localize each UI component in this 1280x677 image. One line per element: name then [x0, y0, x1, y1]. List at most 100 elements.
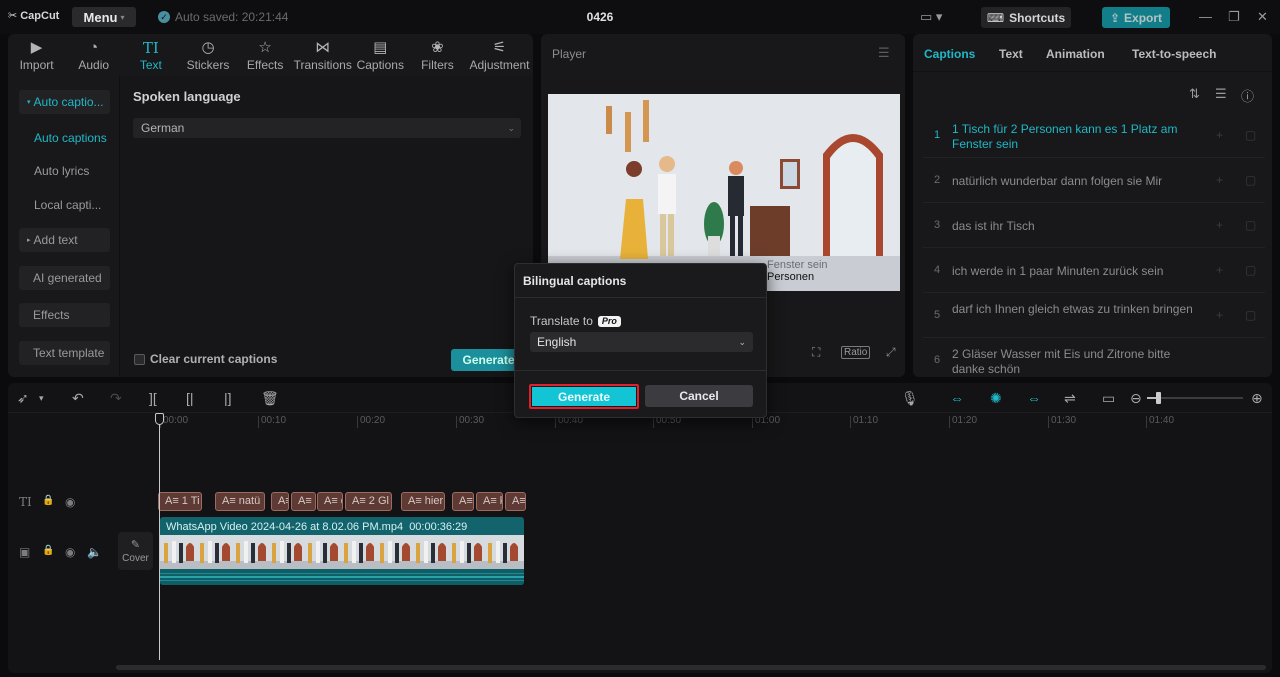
tab-import[interactable]: ▶ Import — [8, 34, 65, 76]
sidebar-group-add-text[interactable]: ▸ Add text — [19, 228, 110, 252]
tab-adjustment[interactable]: ⚟ Adjustment — [466, 34, 533, 76]
close-icon[interactable]: ✕ — [1257, 9, 1268, 25]
minimize-icon[interactable]: — — [1199, 9, 1212, 24]
undo-icon[interactable]: ↶ — [72, 390, 84, 407]
sidebar-item-auto-lyrics[interactable]: Auto lyrics — [34, 164, 89, 178]
video-clip[interactable]: WhatsApp Video 2024-04-26 at 8.02.06 PM.… — [160, 517, 524, 585]
delete-icon[interactable]: ▢ — [1245, 308, 1256, 322]
playhead[interactable] — [159, 413, 160, 660]
delete-icon[interactable]: ▢ — [1245, 263, 1256, 277]
text-clip[interactable]: A≡ — [271, 492, 289, 511]
text-clip[interactable]: A≡ hier — [401, 492, 445, 511]
split-left-icon[interactable]: [| — [186, 390, 194, 406]
speaker-icon[interactable]: 🔈 — [87, 545, 102, 559]
sidebar-item-auto-captions[interactable]: Auto captions — [34, 131, 107, 145]
lock-icon[interactable]: 🔒 — [42, 495, 54, 506]
title-bar: ✂ CapCut Menu ▾ ✓ Auto saved: 20:21:44 0426… — [0, 0, 1280, 34]
layout-icon[interactable]: ▭ ▾ — [920, 9, 942, 25]
add-icon[interactable]: + — [1216, 263, 1223, 277]
tab-captions-panel[interactable]: Captions — [924, 47, 975, 61]
tab-transitions[interactable]: ⋈ Transitions — [294, 34, 352, 76]
split-icon[interactable]: ][ — [149, 390, 157, 406]
delete-icon[interactable]: ▢ — [1245, 173, 1256, 187]
sort-icon[interactable]: ⇅ — [1189, 86, 1200, 102]
text-clip[interactable]: A≡ d — [317, 492, 343, 511]
caption-row[interactable]: 4 ich werde in 1 paar Minuten zurück sei… — [923, 249, 1265, 293]
eye-icon[interactable]: ◉ — [65, 495, 75, 509]
video-preview[interactable] — [548, 94, 900, 291]
sidebar-item-text-template[interactable]: Text template — [19, 341, 110, 365]
zoom-slider-handle[interactable] — [1156, 392, 1161, 404]
add-icon[interactable]: + — [1216, 218, 1223, 232]
sidebar-item-ai-generated[interactable]: AI generated — [19, 266, 110, 290]
zoom-slider[interactable] — [1147, 392, 1243, 404]
split-right-icon[interactable]: |] — [224, 390, 232, 406]
microphone-icon[interactable]: 🎙 — [901, 390, 919, 407]
caption-row[interactable]: 3 das ist ihr Tisch + ▢ — [923, 204, 1265, 248]
cover-button[interactable]: ✎ Cover — [118, 532, 153, 570]
tab-stickers[interactable]: ◷ Stickers — [179, 34, 236, 76]
tab-text[interactable]: TI Text — [122, 34, 179, 76]
dialog-generate-button[interactable]: Generate — [529, 384, 639, 409]
delete-icon[interactable]: ▢ — [1245, 128, 1256, 142]
menu-button[interactable]: Menu ▾ — [72, 7, 136, 27]
search-list-icon[interactable]: ☰ — [1215, 86, 1227, 102]
tab-text-panel[interactable]: Text — [999, 47, 1023, 61]
zoom-out-icon[interactable]: ⊖ — [1130, 390, 1142, 407]
text-clip[interactable]: A≡ — [505, 492, 526, 511]
horizontal-scrollbar[interactable] — [116, 665, 1266, 670]
preview-axis-icon[interactable]: ⇌ — [1064, 390, 1076, 407]
add-icon[interactable]: + — [1216, 128, 1223, 142]
select-tool-icon[interactable]: ➶ — [17, 390, 29, 407]
zoom-in-icon[interactable]: ⊕ — [1251, 390, 1263, 407]
add-icon[interactable]: + — [1216, 173, 1223, 187]
eye-icon[interactable]: ◉ — [65, 545, 75, 559]
export-button[interactable]: ⇪ Export — [1102, 7, 1170, 28]
tab-captions[interactable]: ▤ Captions — [352, 34, 409, 76]
magnet-icon[interactable]: ⇔ — [950, 390, 964, 406]
dialog-cancel-button[interactable]: Cancel — [645, 385, 753, 407]
screen-icon[interactable]: ▭ — [1102, 390, 1115, 407]
tab-filters[interactable]: ❀ Filters — [409, 34, 466, 76]
text-clip[interactable]: A≡ 1 Ti — [158, 492, 202, 511]
delete-icon[interactable]: ▢ — [1245, 218, 1256, 232]
translate-language-select[interactable]: English ⌄ — [530, 332, 753, 352]
caption-row[interactable]: 6 2 Gläser Wasser mit Eis und Zitrone bi… — [923, 339, 1265, 377]
caret-right-icon: ▸ — [27, 237, 31, 244]
ratio-button[interactable]: Ratio — [841, 346, 871, 359]
tab-effects[interactable]: ☆ Effects — [237, 34, 294, 76]
caption-row[interactable]: 2 natürlich wunderbar dann folgen sie Mi… — [923, 159, 1265, 203]
redo-icon[interactable]: ↷ — [110, 390, 122, 407]
checkbox-box — [134, 353, 145, 365]
add-icon[interactable]: + — [1216, 308, 1223, 322]
caption-row[interactable]: 5 darf ich Ihnen gleich etwas zu trinken… — [923, 294, 1265, 338]
tab-text-to-speech[interactable]: Text-to-speech — [1132, 47, 1216, 61]
maximize-icon[interactable]: ❐ — [1228, 9, 1240, 25]
clear-captions-checkbox[interactable]: Clear current captions — [134, 352, 277, 366]
fullscreen-zoom-icon[interactable]: ⛶ — [812, 345, 820, 360]
link-icon[interactable]: ⇔ — [1027, 390, 1041, 406]
dialog-divider — [515, 370, 766, 371]
text-clip[interactable]: A≡ i — [291, 492, 316, 511]
auto-snap-icon[interactable]: ✺ — [990, 390, 1002, 407]
tab-audio[interactable]: ◔ Audio — [65, 34, 122, 76]
shortcuts-button[interactable]: ⌨ Shortcuts — [981, 7, 1071, 28]
check-icon: ✓ — [158, 11, 170, 23]
expand-icon[interactable]: ⤢ — [886, 345, 896, 360]
hamburger-menu-icon[interactable]: ☰ — [878, 45, 890, 61]
sidebar-item-local-captions[interactable]: Local capti... — [34, 198, 101, 212]
lock-icon[interactable]: 🔒 — [42, 545, 54, 556]
caption-row[interactable]: 1 1 Tisch für 2 Personen kann es 1 Platz… — [923, 114, 1265, 158]
text-clip[interactable]: A≡ 2 Gl — [345, 492, 392, 511]
tab-animation[interactable]: Animation — [1046, 47, 1105, 61]
sidebar-group-auto-captions[interactable]: ▾ Auto captio... — [19, 90, 110, 114]
text-clip[interactable]: A≡ k — [476, 492, 503, 511]
help-icon[interactable]: ⓘ — [1241, 86, 1254, 105]
chevron-down-icon[interactable]: ▾ — [39, 393, 44, 404]
spoken-language-select[interactable]: German ⌄ — [133, 118, 521, 138]
delete-icon[interactable]: 🗑 — [261, 390, 279, 407]
sidebar-item-effects[interactable]: Effects — [19, 303, 110, 327]
playhead-handle[interactable] — [155, 413, 164, 425]
text-clip[interactable]: A≡ — [452, 492, 474, 511]
text-clip[interactable]: A≡ natü — [215, 492, 265, 511]
